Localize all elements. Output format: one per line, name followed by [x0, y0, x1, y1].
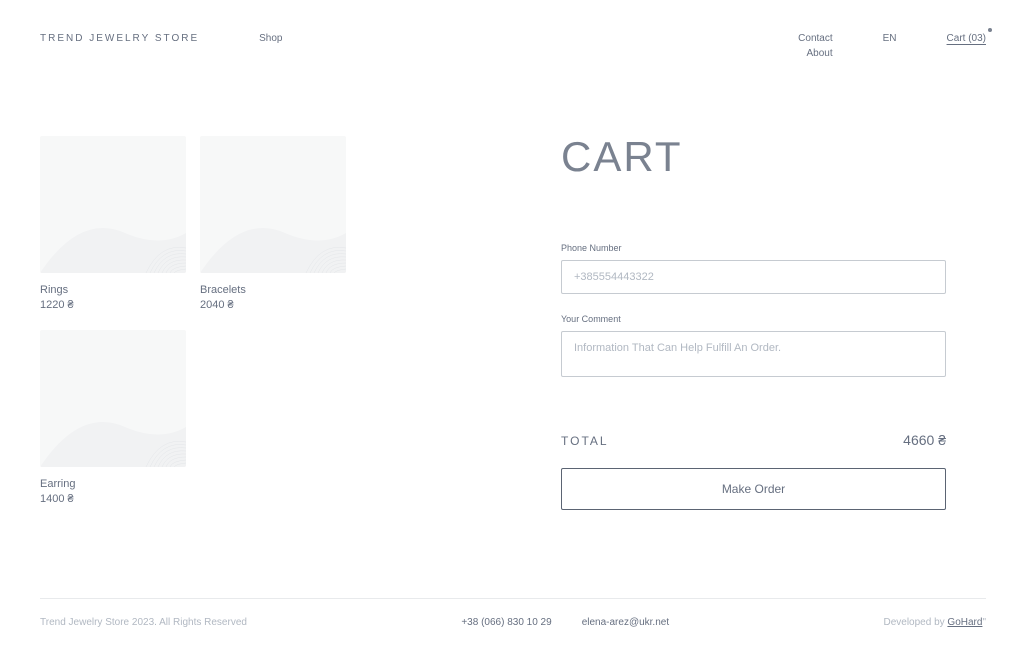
brand-name[interactable]: TREND JEWELRY STORE: [40, 33, 199, 44]
header-right: Contact About EN Cart (03): [798, 33, 986, 59]
phone-label: Phone Number: [561, 243, 946, 253]
about-link[interactable]: About: [807, 48, 833, 59]
footer-phone[interactable]: +38 (066) 830 10 29: [461, 617, 551, 628]
cart-link-label: Cart (03): [947, 33, 986, 44]
product-price: 1400 ₴: [40, 493, 186, 505]
total-value: 4660 ₴: [903, 432, 946, 448]
cart-section: CART Phone Number Your Comment TOTAL 466…: [561, 136, 946, 510]
cart-indicator-dot: [988, 28, 992, 32]
products-grid: Rings 1220 ₴ Bracelets: [40, 136, 386, 510]
phone-form-group: Phone Number: [561, 243, 946, 294]
footer-center: +38 (066) 830 10 29 elena-arez@ukr.net: [461, 617, 669, 628]
footer-email[interactable]: elena-arez@ukr.net: [582, 617, 669, 628]
product-price: 1220 ₴: [40, 299, 186, 311]
product-card[interactable]: Bracelets 2040 ₴: [200, 136, 346, 316]
product-image: [40, 136, 186, 273]
comment-textarea[interactable]: [561, 331, 946, 377]
product-name: Rings: [40, 284, 186, 296]
developed-by-label: Developed by: [883, 617, 947, 628]
footer: Trend Jewelry Store 2023. All Rights Res…: [40, 598, 986, 646]
footer-right: Developed by GoHard": [883, 617, 986, 628]
footer-copyright: Trend Jewelry Store 2023. All Rights Res…: [40, 617, 247, 628]
cart-link[interactable]: Cart (03): [947, 33, 986, 44]
product-name: Bracelets: [200, 284, 346, 296]
product-name: Earring: [40, 478, 186, 490]
total-label: TOTAL: [561, 434, 609, 448]
product-image: [200, 136, 346, 273]
make-order-button[interactable]: Make Order: [561, 468, 946, 510]
header-left: TREND JEWELRY STORE Shop: [40, 33, 283, 44]
product-card[interactable]: Earring 1400 ₴: [40, 330, 186, 510]
phone-input[interactable]: [561, 260, 946, 294]
product-image: [40, 330, 186, 467]
developer-link[interactable]: GoHard: [947, 617, 982, 628]
product-price: 2040 ₴: [200, 299, 346, 311]
contact-about-group: Contact About: [798, 33, 832, 59]
header: TREND JEWELRY STORE Shop Contact About E…: [40, 33, 986, 59]
contact-link[interactable]: Contact: [798, 33, 832, 44]
shop-link[interactable]: Shop: [259, 33, 282, 44]
language-toggle[interactable]: EN: [883, 33, 897, 44]
cart-title: CART: [561, 133, 946, 181]
total-row: TOTAL 4660 ₴: [561, 432, 946, 448]
comment-label: Your Comment: [561, 314, 946, 324]
comment-form-group: Your Comment: [561, 314, 946, 382]
product-card[interactable]: Rings 1220 ₴: [40, 136, 186, 316]
